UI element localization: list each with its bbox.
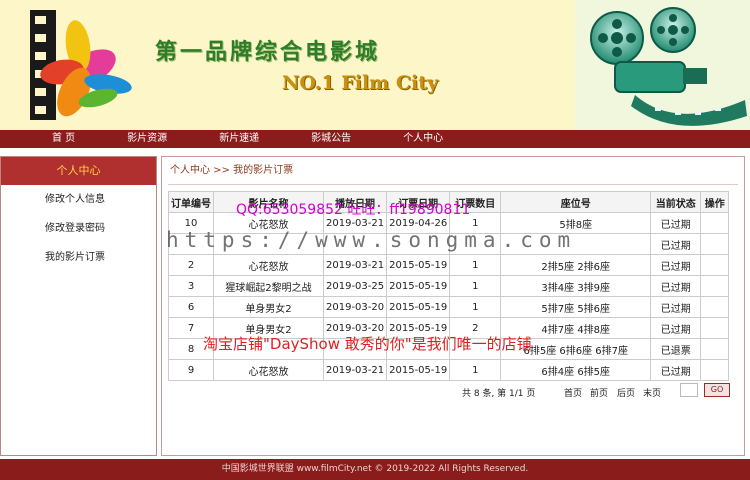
cell-order-date: 2015-05-19 [386,296,451,318]
cell-status: 已过期 [650,296,702,318]
sidebar-item-my-tickets[interactable]: 我的影片订票 [1,243,156,272]
film-projector-icon [575,0,750,130]
col-status: 当前状态 [650,191,702,213]
brand-title-cn: 第一品牌综合电影城 [155,39,381,65]
footer-copyright: 中国影城世界联盟 www.filmCity.net © 2019-2022 Al… [0,459,750,480]
col-seat: 座位号 [500,191,652,213]
nav-film-resources[interactable]: 影片资源 [115,130,179,148]
cell-status: 已过期 [650,317,702,339]
col-action: 操作 [700,191,730,213]
cell-ticket-count: 1 [449,296,502,318]
cell-seat: 6排4座 6排5座 [500,359,652,381]
sidebar-item-change-password[interactable]: 修改登录密码 [1,214,156,243]
last-page-link[interactable]: 末页 [643,386,661,399]
page-number-input[interactable] [680,383,698,397]
prev-page-link[interactable]: 前页 [590,386,608,399]
first-page-link[interactable]: 首页 [564,386,582,399]
cell-play-date: 2019-03-21 [322,359,388,381]
table-row: 3 猩球崛起2黎明之战 2019-03-25 2015-05-19 1 3排4座… [168,275,730,297]
sidebar: 个人中心 修改个人信息 修改登录密码 我的影片订票 [0,156,157,456]
cell-ticket-count: 1 [449,359,502,381]
nav-home[interactable]: 首 页 [40,130,87,148]
cell-film-name: 单身男女2 [213,296,324,318]
site-header: 第一品牌综合电影城 NO.1 Film City [0,0,750,130]
cell-status: 已退票 [650,338,702,360]
cell-status: 已过期 [650,212,702,234]
breadcrumb-divider [168,184,738,185]
cell-action[interactable] [700,275,730,297]
watermark-url: https://www.songma.com [166,228,577,252]
cell-seat: 2排5座 2排6座 [500,254,652,276]
cell-action[interactable] [700,296,730,318]
nav-personal-center[interactable]: 个人中心 [391,130,455,148]
cell-film-name: 心花怒放 [213,254,324,276]
table-row: 2 心花怒放 2019-03-21 2015-05-19 1 2排5座 2排6座… [168,254,730,276]
pagination: 共 8 条, 第 1/1 页 首页 前页 后页 末页 GO [162,382,746,402]
cell-action[interactable] [700,254,730,276]
cell-film-name: 猩球崛起2黎明之战 [213,275,324,297]
cell-status: 已过期 [650,359,702,381]
cell-order-id: 9 [168,359,214,381]
cell-status: 已过期 [650,254,702,276]
cell-status: 已过期 [650,275,702,297]
main-nav: 首 页 影片资源 新片速递 影城公告 个人中心 [0,130,750,148]
breadcrumb: 个人中心 >> 我的影片订票 [170,165,294,176]
cell-action[interactable] [700,359,730,381]
sidebar-title: 个人中心 [1,157,156,185]
watermark-contact: QQ:653059852 旺旺：ff19890811 [236,202,471,218]
cell-action[interactable] [700,233,730,255]
cell-order-date: 2015-05-19 [386,275,451,297]
table-row: 6 单身男女2 2019-03-20 2015-05-19 1 5排7座 5排6… [168,296,730,318]
cell-ticket-count: 1 [449,254,502,276]
cell-play-date: 2019-03-20 [322,296,388,318]
page: 第一品牌综合电影城 NO.1 Film City 首 页 影片资源 新片速递 影… [0,0,750,480]
cell-action[interactable] [700,338,730,360]
cell-ticket-count: 1 [449,275,502,297]
nav-new-releases[interactable]: 新片速递 [207,130,271,148]
col-order-id: 订单编号 [168,191,214,213]
table-row: 9 心花怒放 2019-03-21 2015-05-19 1 6排4座 6排5座… [168,359,730,381]
cell-action[interactable] [700,212,730,234]
brand-title-en: NO.1 Film City [282,72,439,94]
cell-seat: 5排7座 5排6座 [500,296,652,318]
cell-status: 已过期 [650,233,702,255]
go-button[interactable]: GO [704,383,730,397]
page-count-text: 共 8 条, 第 1/1 页 [462,389,536,399]
nav-announcements[interactable]: 影城公告 [299,130,363,148]
cell-play-date: 2019-03-25 [322,275,388,297]
cell-play-date: 2019-03-21 [322,254,388,276]
watermark-shop: 淘宝店铺"DayShow 敢秀的你"是我们唯一的店铺 [203,335,532,353]
cell-order-id: 2 [168,254,214,276]
cell-order-id: 6 [168,296,214,318]
cell-order-id: 3 [168,275,214,297]
sidebar-item-edit-profile[interactable]: 修改个人信息 [1,185,156,214]
cell-film-name: 心花怒放 [213,359,324,381]
cell-action[interactable] [700,317,730,339]
cell-order-date: 2015-05-19 [386,359,451,381]
film-city-logo-icon [30,10,132,120]
cell-order-date: 2015-05-19 [386,254,451,276]
next-page-link[interactable]: 后页 [617,386,635,399]
cell-seat: 3排4座 3排9座 [500,275,652,297]
